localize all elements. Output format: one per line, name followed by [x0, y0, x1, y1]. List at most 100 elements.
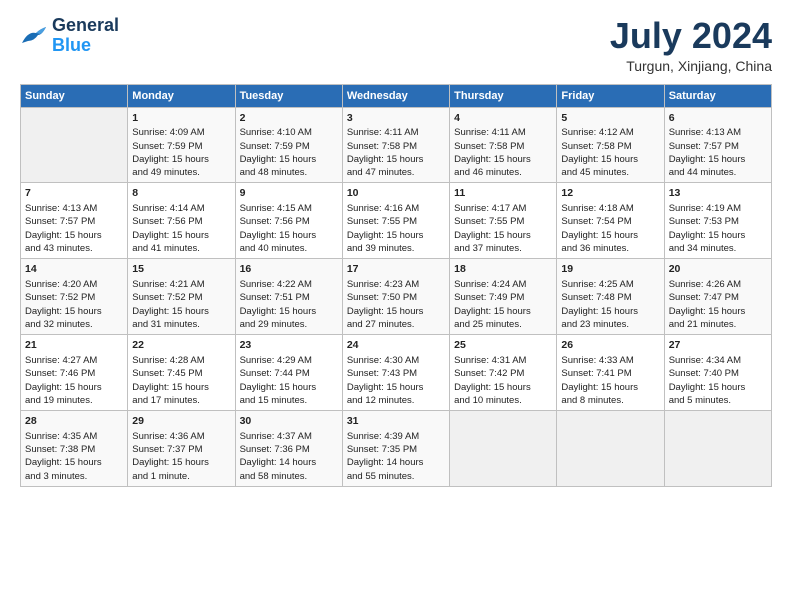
day-info: Sunset: 7:58 PM [454, 140, 552, 153]
day-info: Daylight: 15 hours [240, 229, 338, 242]
day-info: Sunset: 7:35 PM [347, 443, 445, 456]
day-info: Sunset: 7:42 PM [454, 367, 552, 380]
day-info: Sunset: 7:52 PM [132, 291, 230, 304]
day-info: and 27 minutes. [347, 318, 445, 331]
day-number: 11 [454, 186, 552, 201]
day-info: and 46 minutes. [454, 166, 552, 179]
page-header: General Blue July 2024 Turgun, Xinjiang,… [20, 16, 772, 74]
day-info: and 5 minutes. [669, 394, 767, 407]
calendar-week-row: 7Sunrise: 4:13 AMSunset: 7:57 PMDaylight… [21, 183, 772, 259]
calendar-cell: 4Sunrise: 4:11 AMSunset: 7:58 PMDaylight… [450, 107, 557, 183]
day-info: Sunrise: 4:21 AM [132, 278, 230, 291]
day-number: 29 [132, 414, 230, 429]
day-info: Sunset: 7:46 PM [25, 367, 123, 380]
day-info: Sunset: 7:50 PM [347, 291, 445, 304]
day-info: Daylight: 15 hours [25, 381, 123, 394]
day-number: 25 [454, 338, 552, 353]
day-info: Sunrise: 4:16 AM [347, 202, 445, 215]
day-info: Sunset: 7:38 PM [25, 443, 123, 456]
day-info: Sunset: 7:43 PM [347, 367, 445, 380]
day-info: and 29 minutes. [240, 318, 338, 331]
calendar-week-row: 14Sunrise: 4:20 AMSunset: 7:52 PMDayligh… [21, 259, 772, 335]
day-info: and 32 minutes. [25, 318, 123, 331]
day-number: 28 [25, 414, 123, 429]
calendar-cell: 3Sunrise: 4:11 AMSunset: 7:58 PMDaylight… [342, 107, 449, 183]
calendar-cell: 30Sunrise: 4:37 AMSunset: 7:36 PMDayligh… [235, 411, 342, 487]
day-info: Sunrise: 4:13 AM [669, 126, 767, 139]
day-info: and 1 minute. [132, 470, 230, 483]
day-number: 30 [240, 414, 338, 429]
day-info: Sunset: 7:57 PM [669, 140, 767, 153]
day-header: Wednesday [342, 84, 449, 107]
day-info: Daylight: 15 hours [561, 153, 659, 166]
day-info: Sunrise: 4:23 AM [347, 278, 445, 291]
day-info: and 58 minutes. [240, 470, 338, 483]
day-number: 16 [240, 262, 338, 277]
day-info: Daylight: 15 hours [25, 229, 123, 242]
day-info: Sunrise: 4:26 AM [669, 278, 767, 291]
day-info: Sunrise: 4:17 AM [454, 202, 552, 215]
day-info: Daylight: 15 hours [347, 229, 445, 242]
day-info: Sunrise: 4:31 AM [454, 354, 552, 367]
day-info: Daylight: 15 hours [454, 381, 552, 394]
day-info: Daylight: 15 hours [669, 381, 767, 394]
calendar-cell: 10Sunrise: 4:16 AMSunset: 7:55 PMDayligh… [342, 183, 449, 259]
day-info: Sunrise: 4:29 AM [240, 354, 338, 367]
day-header: Thursday [450, 84, 557, 107]
day-info: and 10 minutes. [454, 394, 552, 407]
calendar-cell: 9Sunrise: 4:15 AMSunset: 7:56 PMDaylight… [235, 183, 342, 259]
day-number: 24 [347, 338, 445, 353]
calendar-cell: 19Sunrise: 4:25 AMSunset: 7:48 PMDayligh… [557, 259, 664, 335]
calendar-cell: 29Sunrise: 4:36 AMSunset: 7:37 PMDayligh… [128, 411, 235, 487]
calendar-cell: 25Sunrise: 4:31 AMSunset: 7:42 PMDayligh… [450, 335, 557, 411]
day-number: 9 [240, 186, 338, 201]
calendar-cell: 14Sunrise: 4:20 AMSunset: 7:52 PMDayligh… [21, 259, 128, 335]
calendar-cell [450, 411, 557, 487]
day-number: 31 [347, 414, 445, 429]
day-info: and 12 minutes. [347, 394, 445, 407]
day-info: Daylight: 15 hours [561, 229, 659, 242]
day-info: and 39 minutes. [347, 242, 445, 255]
calendar-cell [557, 411, 664, 487]
calendar-cell: 18Sunrise: 4:24 AMSunset: 7:49 PMDayligh… [450, 259, 557, 335]
day-info: Daylight: 15 hours [669, 153, 767, 166]
day-info: Sunrise: 4:13 AM [25, 202, 123, 215]
calendar-cell: 20Sunrise: 4:26 AMSunset: 7:47 PMDayligh… [664, 259, 771, 335]
day-header: Monday [128, 84, 235, 107]
day-info: and 43 minutes. [25, 242, 123, 255]
day-info: Sunrise: 4:28 AM [132, 354, 230, 367]
calendar-table: SundayMondayTuesdayWednesdayThursdayFrid… [20, 84, 772, 487]
calendar-cell: 12Sunrise: 4:18 AMSunset: 7:54 PMDayligh… [557, 183, 664, 259]
logo-text: General Blue [52, 16, 119, 56]
calendar-cell: 21Sunrise: 4:27 AMSunset: 7:46 PMDayligh… [21, 335, 128, 411]
day-number: 3 [347, 111, 445, 126]
day-info: Daylight: 15 hours [454, 229, 552, 242]
day-info: Sunrise: 4:11 AM [347, 126, 445, 139]
day-number: 15 [132, 262, 230, 277]
day-info: Sunset: 7:51 PM [240, 291, 338, 304]
calendar-cell: 13Sunrise: 4:19 AMSunset: 7:53 PMDayligh… [664, 183, 771, 259]
day-number: 20 [669, 262, 767, 277]
day-info: Sunrise: 4:37 AM [240, 430, 338, 443]
day-info: Sunset: 7:45 PM [132, 367, 230, 380]
day-info: Sunrise: 4:36 AM [132, 430, 230, 443]
day-info: Sunset: 7:58 PM [347, 140, 445, 153]
day-info: and 21 minutes. [669, 318, 767, 331]
calendar-cell: 23Sunrise: 4:29 AMSunset: 7:44 PMDayligh… [235, 335, 342, 411]
location: Turgun, Xinjiang, China [610, 58, 772, 74]
day-info: Sunset: 7:53 PM [669, 215, 767, 228]
calendar-cell: 11Sunrise: 4:17 AMSunset: 7:55 PMDayligh… [450, 183, 557, 259]
day-number: 27 [669, 338, 767, 353]
day-info: Sunrise: 4:19 AM [669, 202, 767, 215]
day-info: Daylight: 15 hours [347, 153, 445, 166]
day-info: Sunrise: 4:12 AM [561, 126, 659, 139]
calendar-cell: 1Sunrise: 4:09 AMSunset: 7:59 PMDaylight… [128, 107, 235, 183]
day-info: Sunrise: 4:35 AM [25, 430, 123, 443]
day-info: and 49 minutes. [132, 166, 230, 179]
calendar-week-row: 28Sunrise: 4:35 AMSunset: 7:38 PM Dayligh… [21, 411, 772, 487]
day-info: Daylight: 15 hours [132, 153, 230, 166]
day-info: and 25 minutes. [454, 318, 552, 331]
day-header: Sunday [21, 84, 128, 107]
calendar-cell: 27Sunrise: 4:34 AMSunset: 7:40 PMDayligh… [664, 335, 771, 411]
day-info: Daylight: 14 hours [347, 456, 445, 469]
